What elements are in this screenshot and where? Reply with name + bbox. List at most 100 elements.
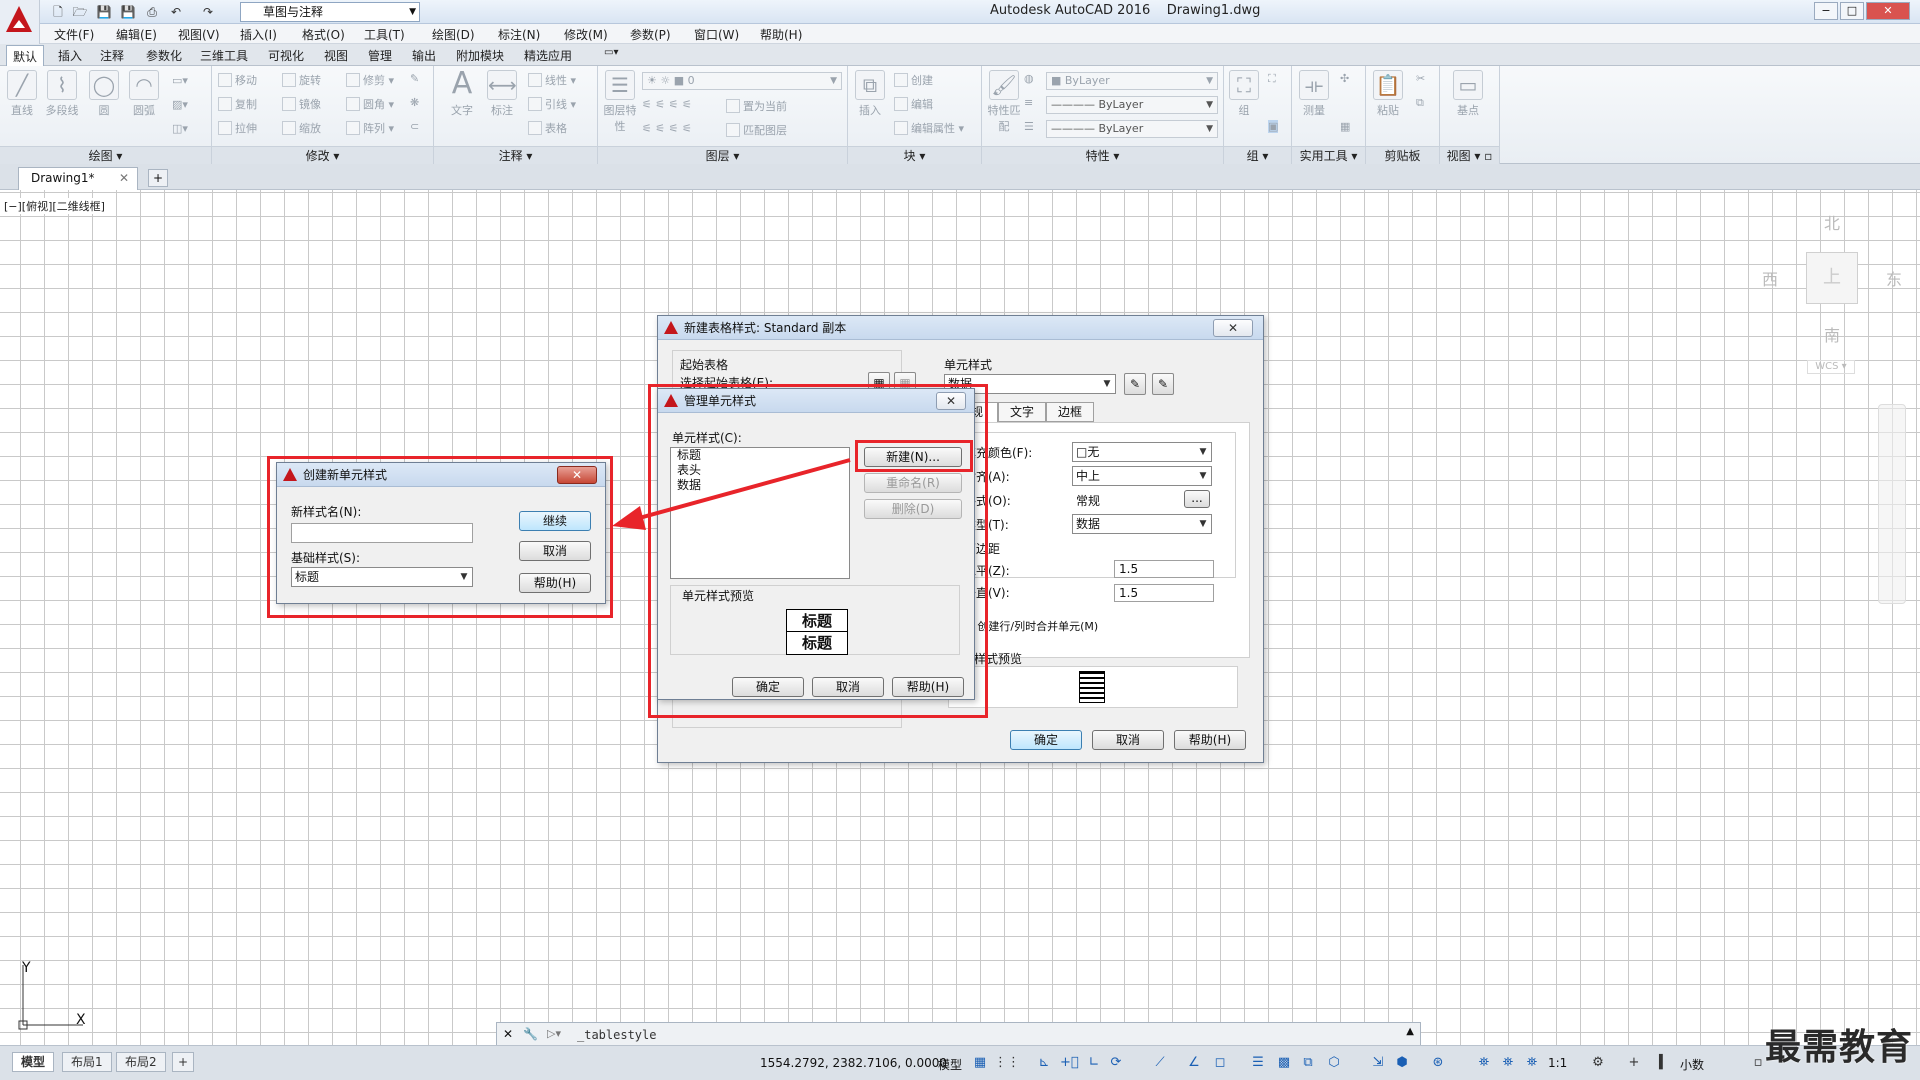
close-icon[interactable]: ✕: [936, 392, 966, 410]
units-icon[interactable]: ▍: [1656, 1055, 1672, 1071]
annotation-group-label[interactable]: 注释 ▾: [434, 146, 597, 164]
lineweight-toggle-icon[interactable]: ☰: [1250, 1055, 1266, 1071]
edit-block-button[interactable]: 编辑: [894, 96, 933, 112]
offset-icon[interactable]: ⊂: [410, 120, 419, 133]
linetype-dropdown[interactable]: ———— ByLayer ▼: [1046, 96, 1218, 114]
menu-insert[interactable]: 插入(I): [240, 26, 277, 43]
layout-tab-model[interactable]: 模型: [12, 1052, 55, 1072]
match-layer-button[interactable]: 匹配图层: [726, 122, 787, 138]
text-button[interactable]: A 文字: [444, 69, 480, 118]
dynamic-ucs-icon[interactable]: ⇲: [1370, 1055, 1386, 1071]
edit-attributes-button[interactable]: 编辑属性 ▾: [894, 120, 964, 136]
tab-parametric[interactable]: 参数化: [146, 47, 182, 64]
menu-modify[interactable]: 修改(M): [564, 26, 608, 43]
wcs-menu[interactable]: WCS ▾: [1807, 360, 1855, 374]
customize-icon[interactable]: 🔧: [523, 1027, 538, 1041]
paste-button[interactable]: 📋 粘贴: [1370, 70, 1406, 118]
layers-group-label[interactable]: 图层 ▾: [598, 146, 847, 164]
view-group-label[interactable]: 视图 ▾ ▫: [1440, 146, 1499, 164]
color-dropdown[interactable]: ■ ByLayer ▼: [1046, 72, 1218, 90]
navigation-bar[interactable]: [1878, 404, 1906, 604]
minimize-button[interactable]: −: [1814, 2, 1838, 20]
viewcube-top-face[interactable]: 上: [1806, 252, 1858, 304]
grid-icon[interactable]: ▦: [972, 1055, 988, 1071]
snap-icon[interactable]: ⋮⋮: [994, 1055, 1020, 1071]
command-history-icon[interactable]: ▲: [1406, 1026, 1414, 1037]
type-dropdown[interactable]: 数据 ▼: [1072, 514, 1212, 534]
continue-button[interactable]: 继续: [519, 511, 591, 531]
trim-button[interactable]: 修剪 ▾: [346, 72, 394, 88]
close-icon[interactable]: ✕: [557, 466, 597, 484]
tab-manage[interactable]: 管理: [368, 47, 392, 64]
create-cell-style-icon[interactable]: ✎: [1124, 373, 1146, 395]
ungroup-icon[interactable]: ⛶: [1268, 72, 1276, 86]
close-button[interactable]: ✕: [1866, 2, 1910, 20]
menu-view[interactable]: 视图(V): [178, 26, 220, 43]
tab-view[interactable]: 视图: [324, 47, 348, 64]
insert-block-button[interactable]: ⧉ 插入: [852, 70, 888, 118]
undo-icon[interactable]: ↶: [166, 2, 186, 22]
base-view-button[interactable]: ▭ 基点: [1450, 70, 1486, 118]
line-button[interactable]: ╱ 直线: [4, 70, 40, 118]
tab-featured-apps[interactable]: 精选应用: [524, 47, 572, 64]
lineweight-dropdown[interactable]: ———— ByLayer ▼: [1046, 120, 1218, 138]
units-value[interactable]: 小数: [1680, 1056, 1704, 1073]
workspace-switch-icon[interactable]: ⚙: [1590, 1055, 1606, 1071]
menu-edit[interactable]: 编辑(E): [116, 26, 157, 43]
leader-button[interactable]: 引线 ▾: [528, 96, 576, 112]
calculator-icon[interactable]: ▦: [1340, 120, 1350, 133]
move-button[interactable]: 移动: [218, 72, 257, 88]
utilities-group-label[interactable]: 实用工具 ▾: [1292, 146, 1365, 164]
ribbon-toggle-icon[interactable]: ▭▾: [604, 47, 618, 58]
cancel-button[interactable]: 取消: [519, 541, 591, 561]
layer-tools-icons-2[interactable]: ⚟ ⚟ ⚟ ⚟: [642, 122, 692, 135]
explode-icon[interactable]: ❋: [410, 96, 419, 109]
quick-properties-icon[interactable]: ▫: [1750, 1055, 1766, 1071]
properties-group-label[interactable]: 特性 ▾: [982, 146, 1223, 164]
boundary-icon[interactable]: ◫▾: [172, 122, 188, 135]
array-button[interactable]: 阵列 ▾: [346, 120, 394, 136]
tab-addins[interactable]: 附加模块: [456, 47, 504, 64]
set-current-button[interactable]: 置为当前: [726, 98, 787, 114]
model-space-button[interactable]: 模型: [938, 1056, 962, 1073]
cancel-button[interactable]: 取消: [812, 677, 884, 697]
close-icon[interactable]: ✕: [1213, 319, 1253, 337]
menu-format[interactable]: 格式(O): [302, 26, 345, 43]
rectangle-icon[interactable]: ▭▾: [172, 74, 188, 87]
close-command-icon[interactable]: ✕: [503, 1027, 513, 1041]
layer-tools-icons[interactable]: ⚟ ⚟ ⚟ ⚟: [642, 98, 692, 111]
help-button[interactable]: 帮助(H): [519, 573, 591, 593]
alignment-dropdown[interactable]: 中上 ▼: [1072, 466, 1212, 486]
application-menu-button[interactable]: [0, 0, 40, 44]
scale-button[interactable]: 缩放: [282, 120, 321, 136]
linetype-icon[interactable]: ≡: [1024, 96, 1033, 109]
viewcube-west[interactable]: 西: [1762, 266, 1778, 290]
dimension-button[interactable]: ⟷ 标注: [484, 70, 520, 118]
mirror-button[interactable]: 镜像: [282, 96, 321, 112]
layout-tab-2[interactable]: 布局2: [116, 1052, 166, 1072]
erase-icon[interactable]: ✎: [410, 72, 419, 85]
ok-button[interactable]: 确定: [1010, 730, 1082, 750]
vertical-margin-input[interactable]: 1.5: [1114, 584, 1214, 602]
block-group-label[interactable]: 块 ▾: [848, 146, 981, 164]
annotation-monitor-icon[interactable]: +: [1626, 1055, 1642, 1071]
tab-insert[interactable]: 插入: [58, 47, 82, 64]
layer-properties-button[interactable]: ☰ 图层特性: [602, 70, 638, 134]
transparency-icon[interactable]: ▩: [1276, 1055, 1292, 1071]
menu-dimension[interactable]: 标注(N): [498, 26, 540, 43]
menu-parametric[interactable]: 参数(P): [630, 26, 671, 43]
help-button[interactable]: 帮助(H): [1174, 730, 1246, 750]
fillet-button[interactable]: 圆角 ▾: [346, 96, 394, 112]
group-select-icon[interactable]: ▣: [1268, 120, 1279, 133]
viewcube-south[interactable]: 南: [1824, 322, 1840, 346]
tab-drawing1[interactable]: Drawing1* ✕: [18, 167, 138, 190]
tab-output[interactable]: 输出: [412, 47, 436, 64]
save-as-icon[interactable]: 💾: [118, 2, 138, 22]
infer-constraints-icon[interactable]: ⊾: [1036, 1055, 1052, 1071]
viewcube-north[interactable]: 北: [1824, 210, 1840, 234]
fill-color-dropdown[interactable]: □无 ▼: [1072, 442, 1212, 462]
format-browse-button[interactable]: ...: [1184, 490, 1210, 508]
match-properties-button[interactable]: 🖌 特性匹配: [986, 70, 1022, 134]
ok-button[interactable]: 确定: [732, 677, 804, 697]
clipboard-group-label[interactable]: 剪贴板: [1366, 146, 1439, 164]
